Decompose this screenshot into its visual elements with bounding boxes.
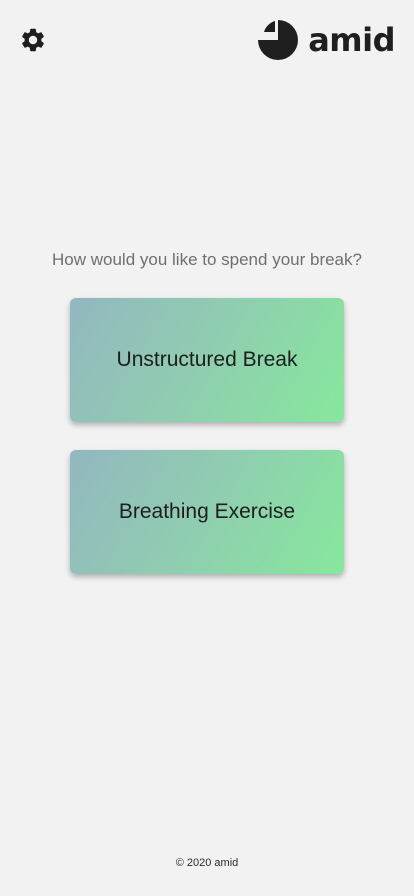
header: amid xyxy=(0,0,414,80)
break-selection-screen: amid How would you like to spend your br… xyxy=(0,0,414,896)
logo-wordmark: amid xyxy=(308,21,395,59)
breathing-exercise-button[interactable]: Breathing Exercise xyxy=(70,450,344,574)
amid-logo: amid xyxy=(258,20,395,60)
unstructured-break-button[interactable]: Unstructured Break xyxy=(70,298,344,422)
break-prompt: How would you like to spend your break? xyxy=(52,250,362,269)
option-label: Unstructured Break xyxy=(116,348,298,371)
settings-button[interactable] xyxy=(19,26,47,54)
gear-icon xyxy=(22,28,44,52)
option-label: Breathing Exercise xyxy=(118,500,296,523)
copyright-footer: © 2020 amid xyxy=(175,857,239,869)
pie-logo-icon xyxy=(258,20,299,60)
